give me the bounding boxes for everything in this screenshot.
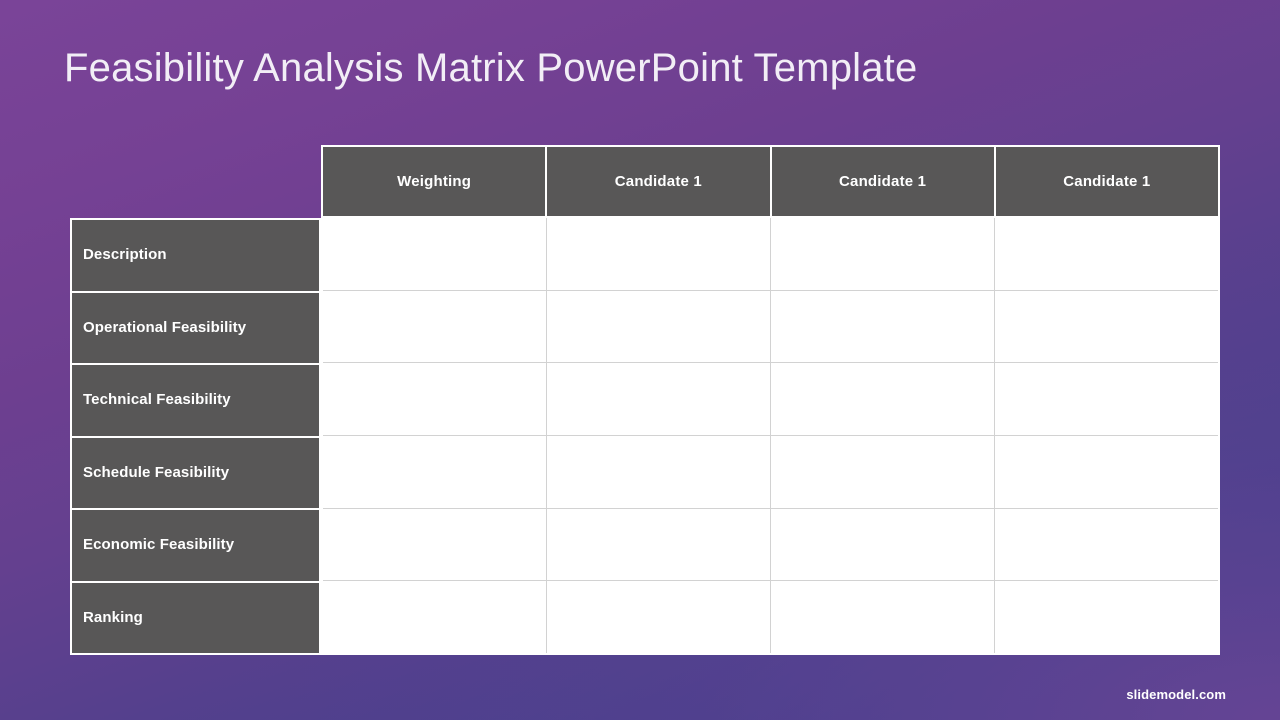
cell-technical-candidate-2[interactable] [771,363,995,436]
column-header-text: Candidate 1 [839,173,927,190]
cell-schedule-candidate-1[interactable] [547,436,771,508]
column-header-weighting[interactable]: Weighting [323,147,548,216]
feasibility-matrix-table: Description Operational Feasibility Tech… [70,145,1220,655]
table-header-row: Weighting Candidate 1 Candidate 1 Candid… [321,145,1220,218]
row-label-text: Ranking [83,608,143,626]
cell-economic-weighting[interactable] [323,508,547,581]
cell-ranking-candidate-2[interactable] [771,581,995,654]
column-header-candidate-3[interactable]: Candidate 1 [996,147,1218,216]
row-label-text: Technical Feasibility [83,391,231,409]
column-header-text: Candidate 1 [614,173,702,190]
criteria-label-column: Description Operational Feasibility Tech… [70,218,321,655]
cell-schedule-candidate-3[interactable] [995,436,1218,508]
table-row [323,508,1218,582]
column-header-text: Candidate 1 [1063,173,1151,190]
cell-ranking-candidate-1[interactable] [547,581,771,654]
cell-ranking-candidate-3[interactable] [995,581,1218,654]
cell-schedule-candidate-2[interactable] [771,436,995,508]
row-label-schedule-feasibility[interactable]: Schedule Feasibility [70,436,321,509]
row-label-description[interactable]: Description [70,218,321,292]
cell-economic-candidate-2[interactable] [771,508,995,581]
cell-description-candidate-3[interactable] [995,218,1218,290]
matrix-data-grid: Weighting Candidate 1 Candidate 1 Candid… [321,145,1220,655]
cell-operational-weighting[interactable] [323,290,547,363]
column-header-candidate-1[interactable]: Candidate 1 [547,147,772,216]
column-header-text: Weighting [397,173,472,190]
cell-economic-candidate-1[interactable] [547,508,771,581]
row-label-text: Economic Feasibility [83,536,235,554]
table-body [321,218,1220,655]
row-label-technical-feasibility[interactable]: Technical Feasibility [70,364,321,437]
row-label-economic-feasibility[interactable]: Economic Feasibility [70,509,321,582]
row-label-text: Description [83,246,167,264]
row-label-text: Operational Feasibility [83,318,247,336]
cell-operational-candidate-2[interactable] [771,290,995,363]
cell-description-weighting[interactable] [323,218,547,290]
cell-operational-candidate-3[interactable] [995,290,1218,363]
cell-description-candidate-1[interactable] [547,218,771,290]
table-row [323,581,1218,654]
brand-watermark: slidemodel.com [1126,687,1226,702]
column-header-candidate-2[interactable]: Candidate 1 [772,147,996,216]
cell-description-candidate-2[interactable] [771,218,995,290]
cell-technical-weighting[interactable] [323,363,547,436]
cell-ranking-weighting[interactable] [323,581,547,654]
cell-schedule-weighting[interactable] [323,436,547,508]
cell-economic-candidate-3[interactable] [995,508,1218,581]
table-row [323,218,1218,291]
row-label-text: Schedule Feasibility [83,463,230,481]
table-row [323,290,1218,364]
row-label-ranking[interactable]: Ranking [70,581,321,655]
slide-canvas: Feasibility Analysis Matrix PowerPoint T… [0,0,1280,720]
cell-operational-candidate-1[interactable] [547,290,771,363]
page-title: Feasibility Analysis Matrix PowerPoint T… [64,46,918,90]
row-label-operational-feasibility[interactable]: Operational Feasibility [70,291,321,364]
table-row [323,436,1218,509]
cell-technical-candidate-3[interactable] [995,363,1218,436]
table-row [323,363,1218,437]
cell-technical-candidate-1[interactable] [547,363,771,436]
